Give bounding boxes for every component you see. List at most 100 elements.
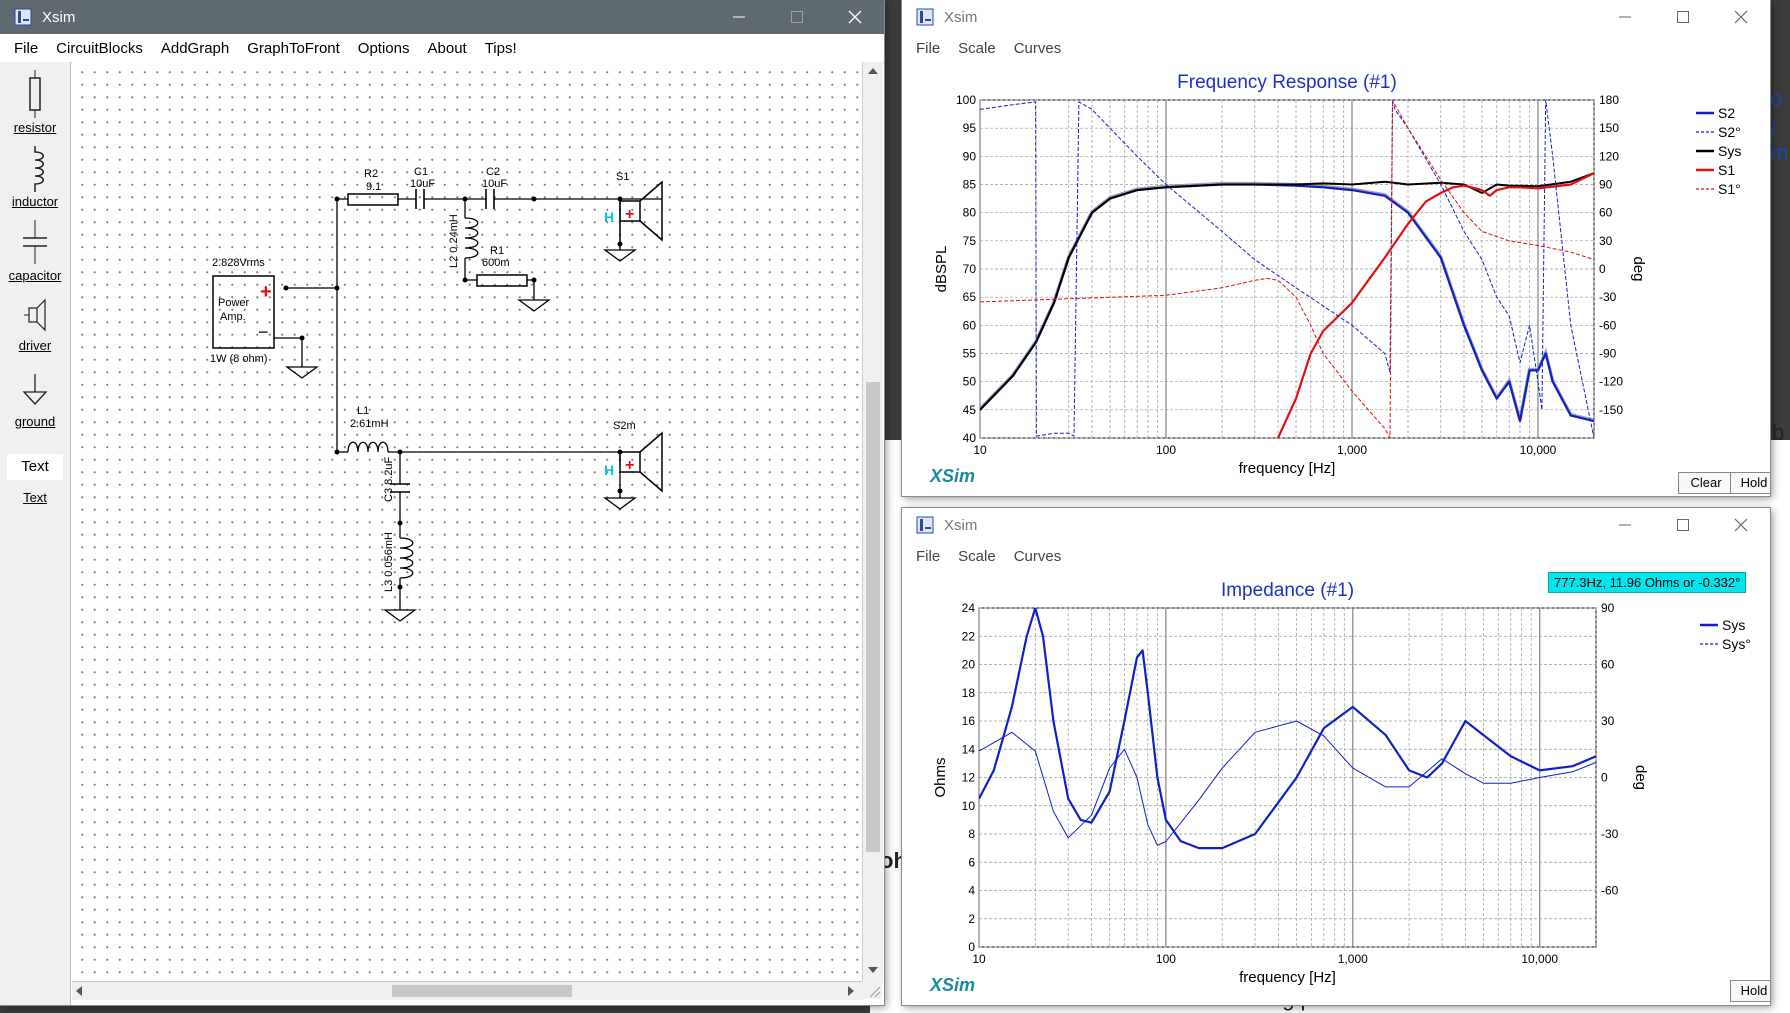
l1-name-label: L1	[357, 405, 369, 417]
y-tick-label: 80	[963, 206, 977, 220]
maximize-button[interactable]	[768, 0, 826, 34]
y-tick-label: 95	[963, 121, 977, 135]
frequency-response-chart[interactable]: 404550556065707580859095100-150-120-90-6…	[902, 62, 1770, 496]
y2-tick-label: -90	[1599, 347, 1617, 361]
c3-label: C3 8.2uF	[383, 456, 395, 502]
minimize-button[interactable]	[1596, 508, 1654, 542]
scroll-up-icon	[868, 68, 878, 74]
menu-file[interactable]: File	[14, 40, 38, 57]
y-tick-label: 22	[962, 629, 976, 643]
s1-plus-symbol: +	[625, 206, 634, 223]
menu-file[interactable]: File	[916, 548, 940, 565]
c2-value-label: 10uF	[482, 178, 507, 190]
title-bar[interactable]: Xsim	[902, 508, 1770, 542]
palette-driver[interactable]: driver	[0, 294, 70, 353]
vertical-scrollbar-track	[866, 68, 880, 973]
menu-about[interactable]: About	[428, 40, 467, 57]
maximize-button[interactable]	[1654, 508, 1712, 542]
background-text: m	[1770, 140, 1789, 165]
horizontal-scrollbar[interactable]	[72, 981, 862, 1000]
scroll-left-icon	[76, 986, 82, 996]
close-icon	[848, 10, 862, 24]
impedance-chart[interactable]: 024681012141618202224-60-30030609010 100 1…	[902, 570, 1770, 1005]
hold-button[interactable]: Hold	[1730, 472, 1770, 494]
minimize-button[interactable]	[710, 0, 768, 34]
palette-label: inductor	[11, 194, 59, 209]
legend-label: Sys	[1722, 617, 1745, 633]
palette-ground[interactable]: ground	[0, 370, 70, 429]
s2-plus-symbol: +	[625, 457, 634, 474]
y2-tick-label: -120	[1599, 375, 1623, 389]
resize-grip[interactable]	[862, 981, 882, 999]
c1-name-label: C1	[414, 166, 428, 178]
capacitor-icon	[23, 220, 47, 264]
palette-inductor[interactable]: inductor	[0, 144, 70, 209]
amp-minus-symbol: −	[258, 322, 269, 342]
title-bar[interactable]: Xsim	[0, 0, 884, 34]
r1-value-label: 600m	[482, 257, 510, 269]
legend-label: S1°	[1718, 181, 1741, 197]
palette-label: ground	[14, 414, 56, 429]
minimize-button[interactable]	[1596, 0, 1654, 34]
chart-title: Impedance (#1)	[1221, 580, 1354, 601]
minimize-icon	[1619, 524, 1631, 526]
y-tick-label: 24	[962, 601, 976, 615]
palette-capacitor[interactable]: capacitor	[0, 218, 70, 283]
palette-resistor[interactable]: resistor	[0, 70, 70, 135]
y2-tick-label: -30	[1601, 827, 1619, 841]
window-title: Xsim	[944, 8, 978, 26]
menu-file[interactable]: File	[916, 40, 940, 57]
schematic-window: Xsim File CircuitBlocks AddGraph GraphTo…	[0, 0, 884, 1005]
horizontal-scrollbar-track	[76, 985, 854, 997]
x-axis-label: frequency [Hz]	[1239, 460, 1336, 477]
close-button[interactable]	[1712, 0, 1770, 34]
menu-curves[interactable]: Curves	[1014, 40, 1062, 57]
y2-tick-label: 30	[1599, 234, 1613, 248]
xsim-app-icon	[916, 8, 934, 26]
amp-plus-symbol: +	[260, 281, 272, 303]
cursor-readout: 777.3Hz, 11.96 Ohms or -0.332°	[1548, 572, 1747, 593]
s1-name-label: S1	[616, 171, 629, 183]
r2-value-label: 9.1	[366, 181, 381, 193]
close-icon	[1734, 10, 1748, 24]
minimize-icon	[1619, 16, 1631, 18]
x-tick-label: 100	[1156, 443, 1176, 457]
menu-tips[interactable]: Tips!	[485, 40, 517, 57]
text-link-icon: Text	[23, 490, 47, 505]
maximize-button[interactable]	[1654, 0, 1712, 34]
close-icon	[1734, 518, 1748, 532]
window-title: Xsim	[42, 8, 76, 26]
palette-text-tool[interactable]: Text	[7, 454, 63, 480]
ground-icon	[22, 374, 48, 405]
menu-circuitblocks[interactable]: CircuitBlocks	[56, 40, 143, 57]
palette-text-link[interactable]: Text	[0, 490, 70, 505]
menu-graphtofront[interactable]: GraphToFront	[247, 40, 340, 57]
background-text: b	[1772, 420, 1785, 445]
vertical-scrollbar[interactable]	[862, 62, 883, 981]
text-tool-icon: Text	[21, 458, 49, 475]
schematic-canvas[interactable]: + − + H + H 2.828Vrms Power Amp. 1W (8 o…	[72, 62, 862, 981]
circuit-diagram: + − + H + H 2.828Vrms Power Amp. 1W (8 o…	[210, 166, 663, 622]
x-tick-label: 1,000	[1338, 952, 1368, 966]
amp-name-label: Amp.	[220, 311, 246, 323]
close-button[interactable]	[826, 0, 884, 34]
palette-label: resistor	[13, 120, 57, 135]
menu-scale[interactable]: Scale	[958, 40, 996, 57]
y-tick-label: 65	[963, 290, 977, 304]
menu-addgraph[interactable]: AddGraph	[161, 40, 229, 57]
x-tick-label: 1,000	[1337, 443, 1367, 457]
y-tick-label: 16	[962, 714, 976, 728]
clear-button[interactable]: Clear	[1678, 472, 1734, 494]
title-bar[interactable]: Xsim	[902, 0, 1770, 34]
y-tick-label: 100	[956, 93, 976, 107]
menu-curves[interactable]: Curves	[1014, 548, 1062, 565]
legend-label: Sys	[1718, 143, 1741, 159]
menu-scale[interactable]: Scale	[958, 548, 996, 565]
hold-button[interactable]: Hold	[1730, 980, 1770, 1002]
menu-bar: File Scale Curves	[902, 34, 1770, 62]
scroll-right-icon	[848, 986, 854, 996]
close-button[interactable]	[1712, 508, 1770, 542]
driver-icon	[24, 298, 46, 332]
maximize-icon	[1677, 519, 1689, 531]
menu-options[interactable]: Options	[358, 40, 410, 57]
